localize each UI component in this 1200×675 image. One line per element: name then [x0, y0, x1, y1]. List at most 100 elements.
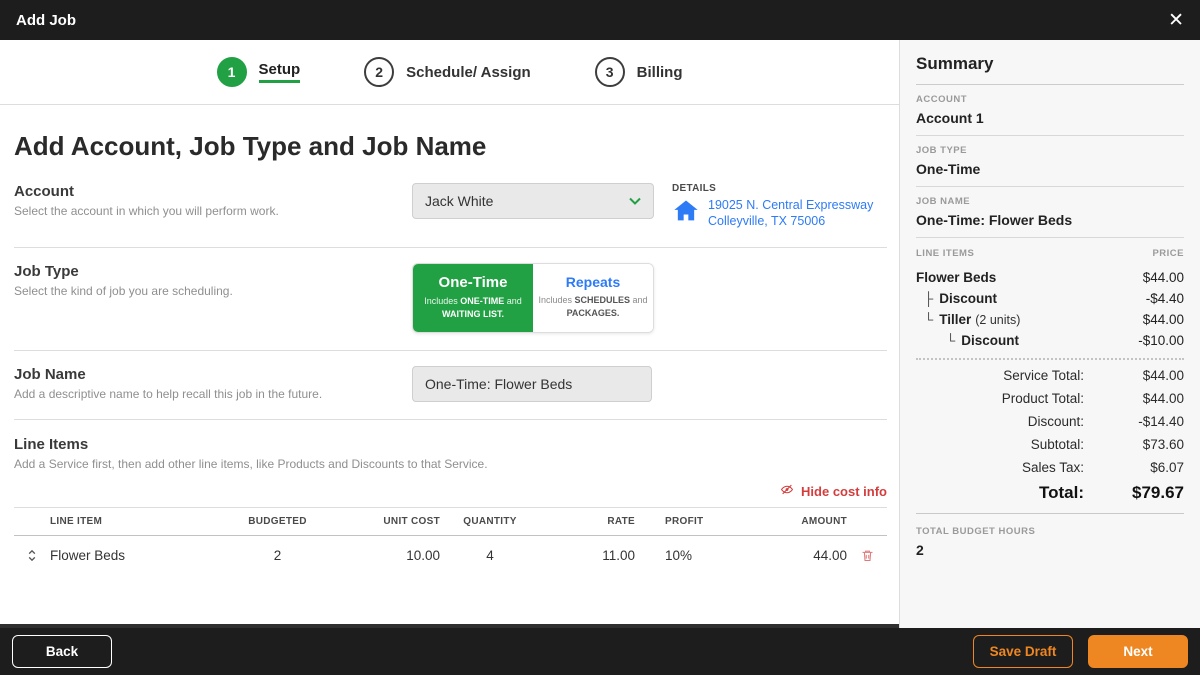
step-setup[interactable]: 1 Setup [217, 57, 301, 87]
summary-job-name-value: One-Time: Flower Beds [916, 212, 1184, 228]
job-name-section: Job Name Add a descriptive name to help … [14, 351, 887, 420]
main-panel: 1 Setup 2 Schedule/ Assign 3 Billing Add… [0, 40, 900, 628]
line-items-label: Line Items [14, 436, 887, 453]
account-dropdown[interactable]: Jack White [412, 183, 654, 219]
cell-quantity: 4 [440, 548, 540, 563]
eye-slash-icon [779, 483, 795, 499]
job-type-label-block: Job Type Select the kind of job you are … [14, 263, 412, 298]
account-section: Account Select the account in which you … [14, 168, 887, 248]
topbar: Add Job ✕ [0, 0, 1200, 40]
account-details: DETAILS 19025 N. Central Expressway Coll… [654, 183, 887, 230]
budget-hours-value: 2 [916, 542, 1184, 558]
add-job-dialog: Add Job ✕ 1 Setup 2 Schedule/ Assign 3 B… [0, 0, 1200, 675]
cell-unit-cost: 10.00 [320, 548, 440, 563]
address-line-2: Colleyville, TX 75006 [708, 214, 825, 228]
content: 1 Setup 2 Schedule/ Assign 3 Billing Add… [0, 40, 1200, 628]
tree-connector: └ [924, 312, 933, 327]
account-address: 19025 N. Central Expressway Colleyville,… [708, 197, 873, 230]
reorder-icon[interactable] [14, 548, 50, 563]
summary-account-label: ACCOUNT [916, 94, 1184, 105]
summary-line-items-header: LINE ITEMS PRICE [916, 248, 1184, 264]
chevron-down-icon [629, 197, 641, 205]
line-items-table: LINE ITEM BUDGETED UNIT COST QUANTITY RA… [14, 507, 887, 575]
home-icon [672, 197, 700, 230]
cell-rate: 11.00 [540, 548, 635, 563]
summary-subtotal: Subtotal:$73.60 [916, 437, 1184, 452]
one-time-subtitle: Includes ONE-TIME and WAITING LIST. [418, 295, 528, 320]
col-line-item: LINE ITEM [50, 516, 235, 527]
next-button[interactable]: Next [1088, 635, 1188, 668]
line-items-section: Line Items Add a Service first, then add… [14, 420, 887, 575]
job-type-repeats-button[interactable]: Repeats Includes SCHEDULES and PACKAGES. [533, 264, 653, 332]
main-body: Add Account, Job Type and Job Name Accou… [0, 105, 899, 628]
step-schedule-assign[interactable]: 2 Schedule/ Assign [364, 57, 530, 87]
step-2-circle: 2 [364, 57, 394, 87]
summary-job-name: JOB NAME One-Time: Flower Beds [916, 187, 1184, 238]
summary-account-value: Account 1 [916, 110, 1184, 126]
step-1-label: Setup [259, 61, 301, 83]
summary-job-type-value: One-Time [916, 161, 1184, 177]
page-title: Add Account, Job Type and Job Name [14, 131, 887, 162]
summary-item-discount-2: └ Discount -$10.00 [916, 333, 1184, 348]
job-name-description: Add a descriptive name to help recall th… [14, 387, 412, 401]
budget-hours-label: TOTAL BUDGET HOURS [916, 526, 1184, 537]
col-quantity: QUANTITY [440, 516, 540, 527]
summary-line-items-label: LINE ITEMS [916, 248, 974, 259]
summary-product-total: Product Total:$44.00 [916, 391, 1184, 406]
summary-title: Summary [916, 54, 1184, 85]
summary-item-tiller: └ Tiller (2 units) $44.00 [916, 312, 1184, 327]
col-budgeted: BUDGETED [235, 516, 320, 527]
one-time-title: One-Time [418, 274, 528, 291]
hide-cost-info-label: Hide cost info [801, 484, 887, 499]
cell-profit: 10% [635, 548, 735, 563]
account-label-block: Account Select the account in which you … [14, 183, 412, 218]
job-type-one-time-button[interactable]: One-Time Includes ONE-TIME and WAITING L… [413, 264, 533, 332]
dialog-title: Add Job [16, 12, 76, 29]
job-type-section: Job Type Select the kind of job you are … [14, 248, 887, 351]
summary-discount: Discount:-$14.40 [916, 414, 1184, 429]
summary-budget-hours: TOTAL BUDGET HOURS 2 [916, 514, 1184, 570]
tree-connector: └ [946, 333, 955, 348]
job-name-label-block: Job Name Add a descriptive name to help … [14, 366, 412, 401]
summary-item-discount-1: ├ Discount -$4.40 [916, 291, 1184, 306]
account-description: Select the account in which you will per… [14, 204, 412, 218]
step-3-circle: 3 [595, 57, 625, 87]
job-name-input[interactable] [412, 366, 652, 402]
job-type-description: Select the kind of job you are schedulin… [14, 284, 412, 298]
table-bottom-edge [0, 624, 899, 628]
tree-connector: ├ [924, 291, 933, 306]
summary-job-name-label: JOB NAME [916, 196, 1184, 207]
cell-line-item: Flower Beds [50, 548, 235, 563]
step-billing[interactable]: 3 Billing [595, 57, 683, 87]
step-2-label: Schedule/ Assign [406, 64, 530, 81]
col-amount: AMOUNT [735, 516, 847, 527]
close-icon[interactable]: ✕ [1168, 11, 1184, 30]
details-label: DETAILS [672, 183, 887, 194]
back-button[interactable]: Back [12, 635, 112, 668]
summary-price-label: PRICE [1152, 248, 1184, 259]
stepper: 1 Setup 2 Schedule/ Assign 3 Billing [0, 40, 899, 105]
job-name-label: Job Name [14, 366, 412, 383]
line-items-description: Add a Service first, then add other line… [14, 457, 887, 471]
repeats-title: Repeats [538, 274, 648, 290]
summary-service-total: Service Total:$44.00 [916, 368, 1184, 383]
summary-job-type-label: JOB TYPE [916, 145, 1184, 156]
col-rate: RATE [540, 516, 635, 527]
step-1-circle: 1 [217, 57, 247, 87]
col-profit: PROFIT [635, 516, 735, 527]
save-draft-button[interactable]: Save Draft [973, 635, 1073, 668]
summary-account: ACCOUNT Account 1 [916, 85, 1184, 136]
dotted-divider [916, 358, 1184, 360]
step-3-label: Billing [637, 64, 683, 81]
job-type-toggle: One-Time Includes ONE-TIME and WAITING L… [412, 263, 654, 333]
trash-icon[interactable] [847, 547, 887, 564]
cell-budgeted: 2 [235, 548, 320, 563]
summary-panel: Summary ACCOUNT Account 1 JOB TYPE One-T… [900, 40, 1200, 628]
summary-total: Total:$79.67 [916, 483, 1184, 503]
table-header-row: LINE ITEM BUDGETED UNIT COST QUANTITY RA… [14, 507, 887, 536]
account-dropdown-value: Jack White [425, 193, 493, 209]
account-address-link[interactable]: 19025 N. Central Expressway Colleyville,… [672, 197, 887, 230]
summary-job-type: JOB TYPE One-Time [916, 136, 1184, 187]
table-row: Flower Beds 2 10.00 4 11.00 10% 44.00 [14, 536, 887, 575]
hide-cost-info-link[interactable]: Hide cost info [14, 483, 887, 499]
